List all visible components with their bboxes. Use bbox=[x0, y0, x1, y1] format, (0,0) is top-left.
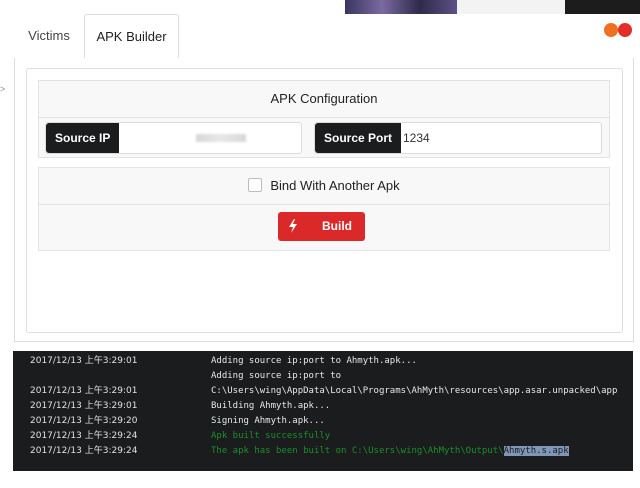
log-row: Adding source ip:port to bbox=[13, 369, 633, 384]
wallpaper-dark-area bbox=[565, 0, 640, 14]
log-message: Building Ahmyth.apk... bbox=[211, 401, 331, 411]
redacted-ip-value bbox=[196, 134, 246, 142]
desktop-wallpaper-strip bbox=[345, 0, 640, 14]
log-console: 2017/12/13 上午3:29:01 Adding source ip:po… bbox=[13, 351, 633, 471]
bind-apk-label: Bind With Another Apk bbox=[270, 178, 400, 193]
lightning-bolt-icon bbox=[289, 219, 297, 233]
build-section: Build bbox=[38, 204, 610, 251]
build-button[interactable]: Build bbox=[278, 212, 365, 241]
log-row: 2017/12/13 上午3:29:24 Apk built successfu… bbox=[13, 429, 633, 444]
log-message: C:\Users\wing\AppData\Local\Programs\AhM… bbox=[211, 386, 618, 396]
edge-arrow: > bbox=[0, 84, 6, 94]
source-port-input[interactable]: 1234 bbox=[403, 123, 593, 153]
log-message-success: The apk has been built on C:\Users\wing\… bbox=[211, 444, 569, 459]
output-path-text: The apk has been built on C:\Users\wing\… bbox=[211, 446, 504, 456]
source-ip-label: Source IP bbox=[46, 123, 120, 153]
source-ip-field: Source IP bbox=[45, 122, 302, 154]
apk-configuration-section: APK Configuration Source IP Source Port … bbox=[38, 80, 610, 158]
minimize-button[interactable] bbox=[604, 23, 618, 37]
log-message: Adding source ip:port to bbox=[211, 371, 342, 381]
section-title: APK Configuration bbox=[39, 81, 609, 118]
log-timestamp: 2017/12/13 上午3:29:01 bbox=[30, 386, 138, 396]
log-row: 2017/12/13 上午3:29:01 C:\Users\wing\AppDa… bbox=[13, 384, 633, 399]
log-timestamp: 2017/12/13 上午3:29:01 bbox=[30, 401, 138, 411]
log-timestamp: 2017/12/13 上午3:29:20 bbox=[30, 416, 138, 426]
log-message-success: Apk built successfully bbox=[211, 431, 331, 441]
log-timestamp: 2017/12/13 上午3:29:24 bbox=[30, 431, 138, 441]
output-file-highlight: Ahmyth.s.apk bbox=[503, 446, 569, 456]
close-button[interactable] bbox=[618, 23, 632, 37]
source-port-field: Source Port 1234 bbox=[314, 122, 602, 154]
bind-apk-row[interactable]: Bind With Another Apk bbox=[39, 168, 609, 204]
log-row: 2017/12/13 上午3:29:24 The apk has been bu… bbox=[13, 444, 633, 459]
bind-apk-checkbox[interactable] bbox=[248, 178, 263, 192]
log-message: Adding source ip:port to Ahmyth.apk... bbox=[211, 356, 417, 366]
log-row: 2017/12/13 上午3:29:01 Adding source ip:po… bbox=[13, 354, 633, 369]
log-message: Signing Ahmyth.apk... bbox=[211, 416, 325, 426]
log-timestamp: 2017/12/13 上午3:29:01 bbox=[30, 356, 138, 366]
bind-apk-section: Bind With Another Apk bbox=[38, 167, 610, 205]
log-row: 2017/12/13 上午3:29:20 Signing Ahmyth.apk.… bbox=[13, 414, 633, 429]
tab-victims[interactable]: Victims bbox=[14, 14, 84, 58]
wallpaper-image bbox=[345, 0, 457, 14]
log-row: 2017/12/13 上午3:29:01 Building Ahmyth.apk… bbox=[13, 399, 633, 414]
log-timestamp: 2017/12/13 上午3:29:24 bbox=[30, 446, 138, 456]
tab-apk-builder[interactable]: APK Builder bbox=[84, 14, 179, 59]
source-port-label: Source Port bbox=[315, 123, 402, 153]
build-button-label: Build bbox=[322, 219, 352, 233]
